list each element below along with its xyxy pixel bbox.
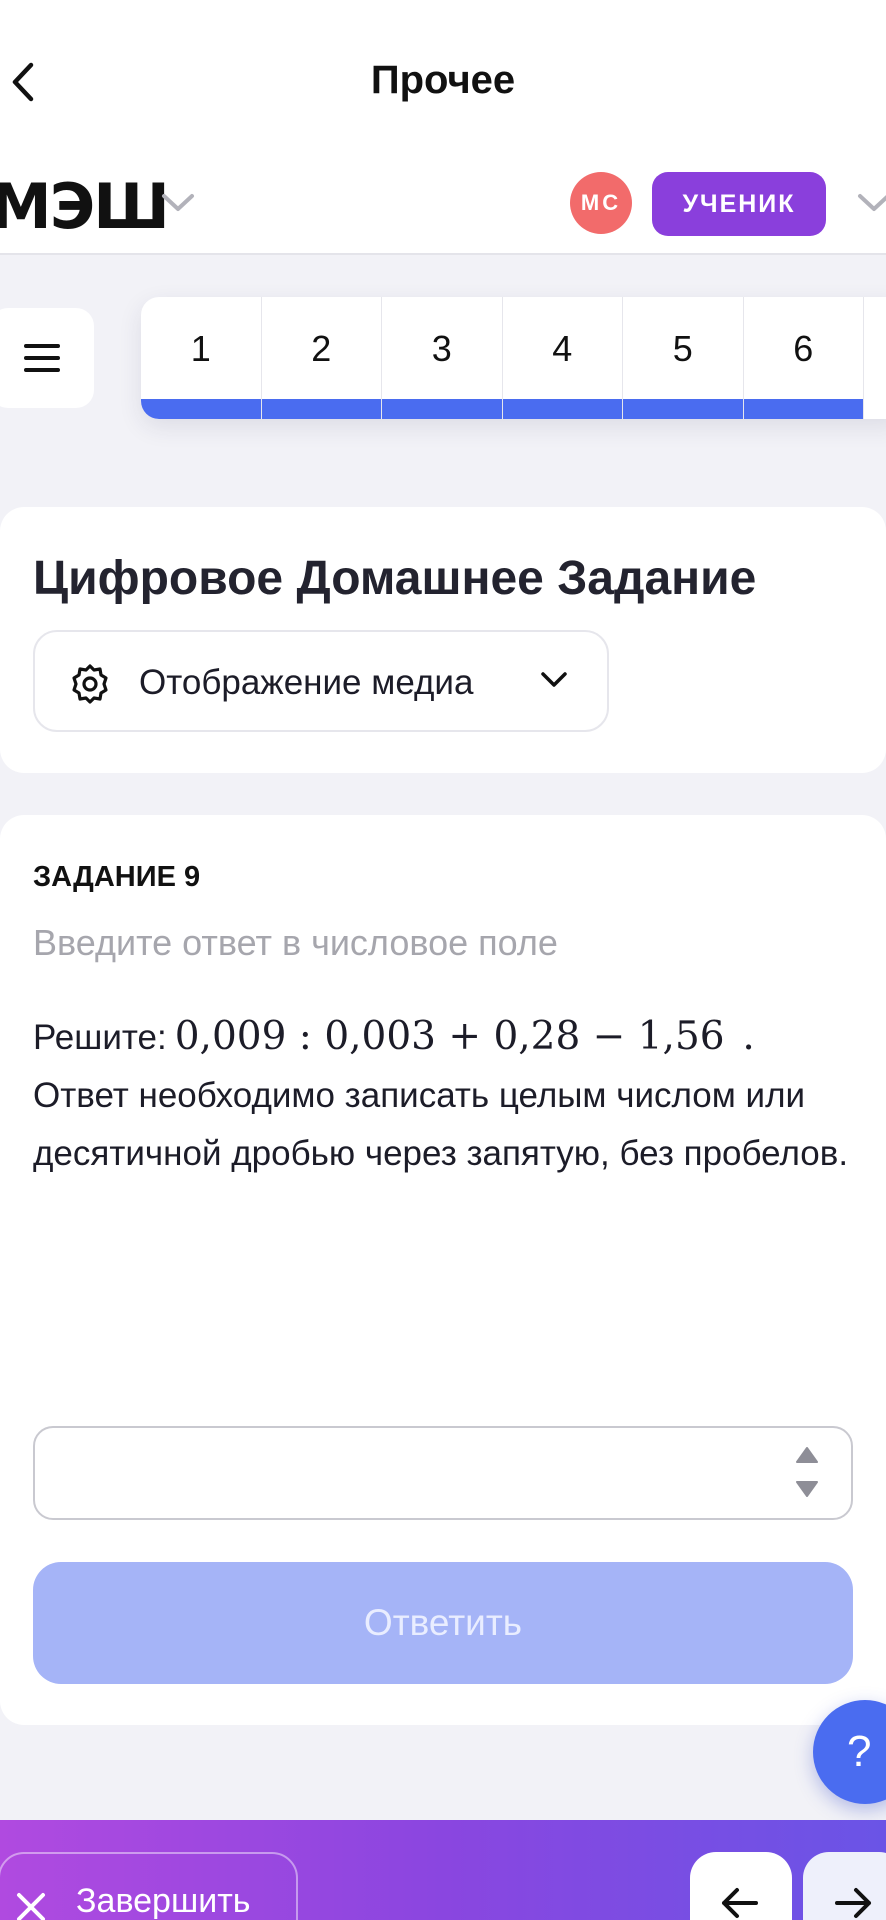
next-task-button[interactable] — [803, 1852, 886, 1920]
hamburger-icon — [24, 344, 60, 372]
previous-task-button[interactable] — [690, 1852, 792, 1920]
number-stepper[interactable] — [795, 1446, 819, 1500]
question-prefix: Решите: — [33, 1018, 167, 1057]
title-card: Цифровое Домашнее Задание Отображение ме… — [0, 507, 886, 773]
finish-button[interactable]: Завершить — [0, 1852, 298, 1920]
question-text: Решите: 0,009 : 0,003 + 0,28 − 1,56 . Отв… — [33, 1008, 863, 1183]
finish-label: Завершить — [76, 1882, 251, 1920]
submit-answer-button[interactable]: Ответить — [33, 1562, 853, 1684]
page-title: Цифровое Домашнее Задание — [33, 552, 757, 605]
task-tab-1[interactable]: 1 — [141, 297, 262, 419]
task-tab-2[interactable]: 2 — [261, 297, 382, 419]
stepper-down-icon[interactable] — [795, 1480, 819, 1498]
task-tab-4[interactable]: 4 — [502, 297, 623, 419]
stepper-up-icon[interactable] — [795, 1446, 819, 1464]
chevron-down-icon — [541, 672, 567, 687]
app-logo[interactable]: МЭШ — [0, 170, 170, 243]
media-select-label: Отображение медиа — [139, 663, 474, 702]
role-chevron-down-icon[interactable] — [856, 192, 886, 214]
question-card: ЗАДАНИЕ 9 Введите ответ в числовое поле … — [0, 815, 886, 1725]
gear-icon — [72, 664, 108, 704]
math-expression: 0,009 : 0,003 + 0,28 − 1,56 — [174, 1014, 725, 1059]
task-tab-3[interactable]: 3 — [382, 297, 503, 419]
task-navigation-strip: 1 2 3 4 5 6 — [141, 297, 886, 419]
math-expression-suffix: . — [742, 1014, 755, 1059]
arrow-right-icon — [835, 1888, 871, 1918]
question-hint: Введите ответ в числовое поле — [33, 922, 558, 963]
avatar[interactable]: МС — [570, 172, 632, 234]
close-icon — [17, 1893, 45, 1920]
answer-input[interactable] — [35, 1428, 775, 1518]
chevron-down-icon[interactable] — [160, 192, 196, 214]
bottom-action-bar: Завершить — [0, 1820, 886, 1920]
menu-button[interactable] — [0, 308, 94, 408]
role-badge[interactable]: УЧЕНИК — [652, 172, 826, 236]
app-header: МЭШ МС УЧЕНИК — [0, 160, 886, 255]
answer-number-field[interactable] — [33, 1426, 853, 1520]
arrow-left-icon — [722, 1888, 758, 1918]
task-tab-5[interactable]: 5 — [623, 297, 744, 419]
task-tab-6[interactable]: 6 — [743, 297, 864, 419]
top-nav-bar: Прочее — [0, 0, 886, 160]
question-instructions: Ответ необходимо записать целым числом и… — [33, 1076, 849, 1173]
nav-title: Прочее — [370, 58, 516, 102]
media-display-select[interactable]: Отображение медиа — [33, 630, 609, 732]
question-number: ЗАДАНИЕ 9 — [33, 861, 201, 893]
